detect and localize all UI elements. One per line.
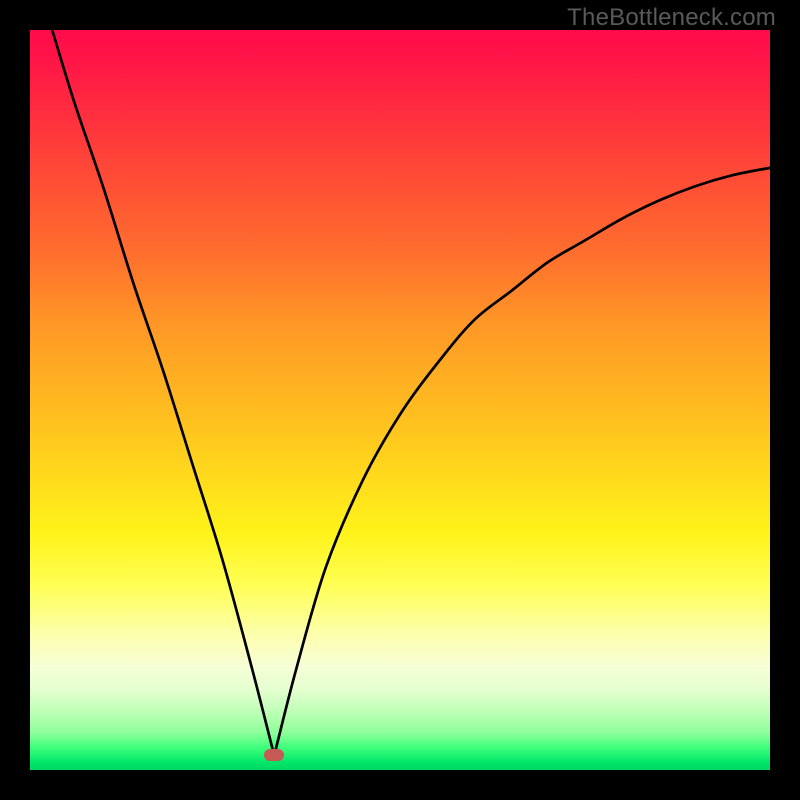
- bottleneck-curve: [52, 30, 770, 755]
- plot-area: [30, 30, 770, 770]
- curve-layer: [30, 30, 770, 770]
- chart-frame: TheBottleneck.com: [0, 0, 800, 800]
- attribution-text: TheBottleneck.com: [567, 4, 776, 32]
- sweet-spot-marker: [264, 749, 284, 761]
